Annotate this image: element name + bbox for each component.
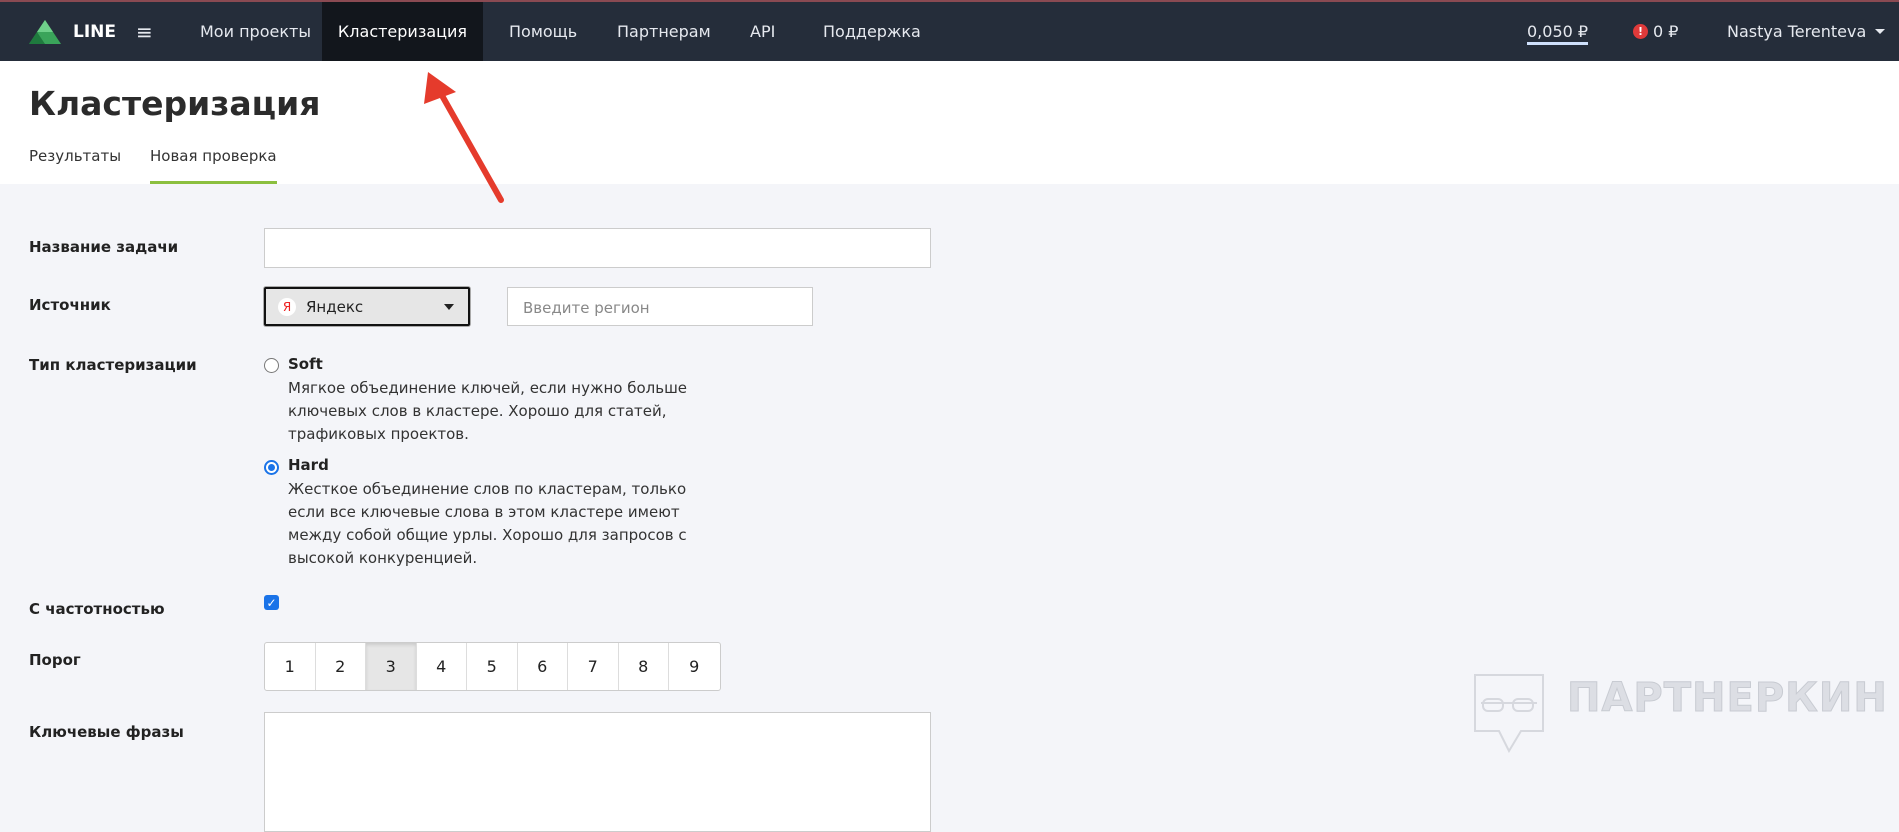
- red-annotation-arrow: [424, 72, 504, 203]
